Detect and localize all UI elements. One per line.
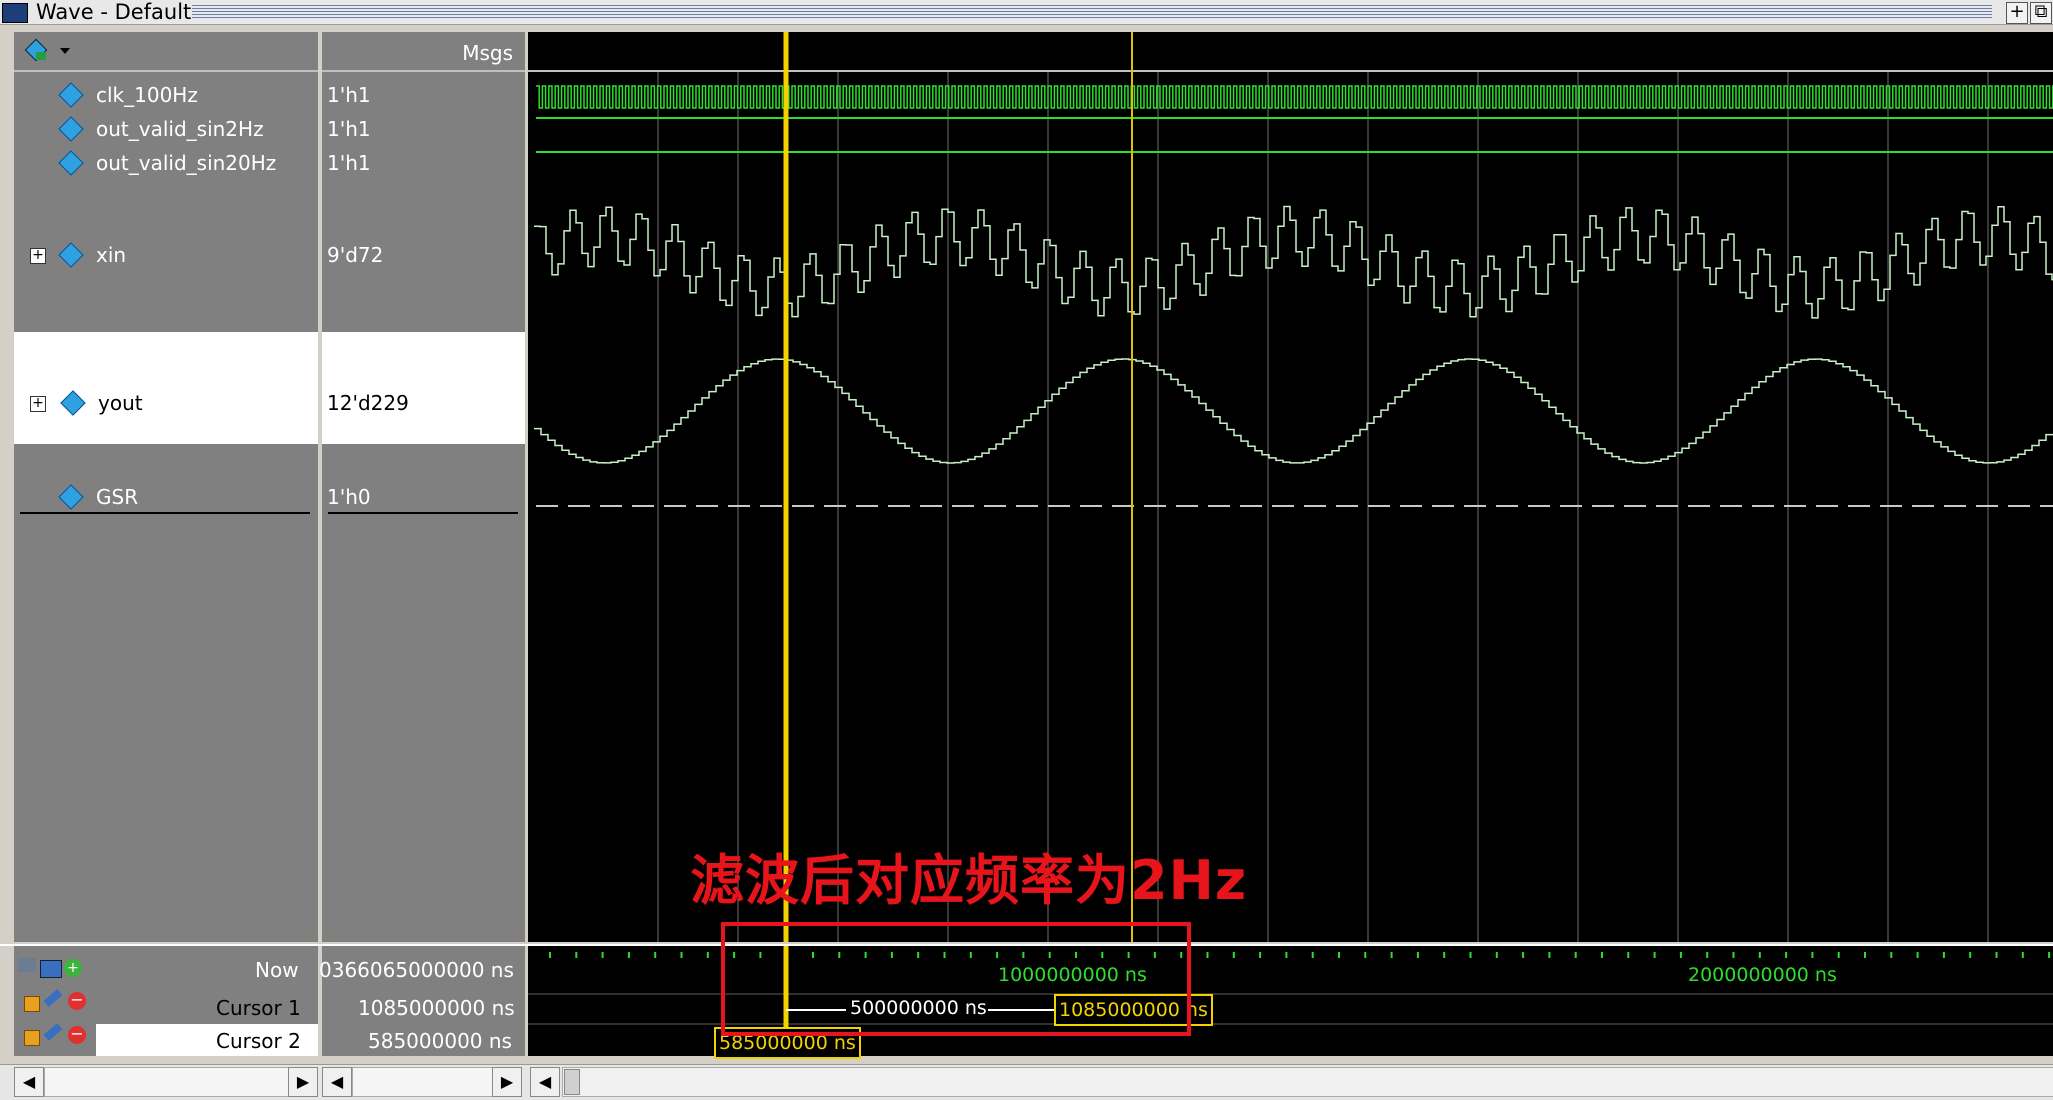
row-divider: [328, 512, 518, 514]
signal-icon: [58, 150, 84, 176]
lock-icon[interactable]: [24, 996, 40, 1012]
waveform-pane[interactable]: 滤波后对应频率为2Hz: [528, 32, 2053, 942]
clk-wave: [536, 85, 2053, 109]
now-value: 0366065000000 ns: [319, 958, 514, 982]
title-bar: Wave - Default + ⧉: [0, 0, 2053, 25]
signal-name-gsr[interactable]: GSR: [96, 485, 138, 509]
monitor-icon[interactable]: [40, 960, 62, 978]
window-title: Wave - Default: [36, 0, 192, 24]
signal-name-clk[interactable]: clk_100Hz: [96, 83, 198, 107]
wave-window-icon: [2, 3, 28, 23]
expand-yout-icon[interactable]: +: [30, 396, 46, 412]
signal-name-yout[interactable]: yout: [98, 391, 143, 415]
signal-icon: [58, 116, 84, 142]
scroll-right-button[interactable]: ▶: [492, 1067, 522, 1097]
annotation-box: [721, 922, 1191, 1036]
title-drag-grip[interactable]: [192, 5, 1992, 18]
value-out-valid-2hz: 1'h1: [327, 117, 371, 141]
name-pane-header: [14, 32, 318, 72]
wave-scroll-track[interactable]: [562, 1067, 2053, 1097]
value-yout: 12'd229: [327, 391, 409, 415]
value-gsr: 1'h0: [327, 485, 371, 509]
signal-value-pane: Msgs 1'h1 1'h1 1'h1 9'd72 12'd229 1'h0: [322, 32, 525, 942]
expand-xin-icon[interactable]: +: [30, 248, 46, 264]
scroll-left-button[interactable]: ◀: [322, 1067, 352, 1097]
remove-cursor-icon[interactable]: −: [68, 992, 86, 1010]
tool-icon[interactable]: [18, 958, 36, 972]
scroll-right-button[interactable]: ▶: [288, 1067, 318, 1097]
selected-row-bg: [14, 332, 318, 444]
signal-icon: [58, 82, 84, 108]
value-pane-header: Msgs: [322, 32, 525, 72]
signal-name-pane: clk_100Hz out_valid_sin2Hz out_valid_sin…: [14, 32, 318, 942]
waveform-canvas: [528, 32, 2053, 942]
now-label: Now: [255, 958, 299, 982]
value-out-valid-20hz: 1'h1: [327, 151, 371, 175]
cursor2-value[interactable]: 585000000 ns: [368, 1029, 512, 1053]
wave-scroll-thumb[interactable]: [564, 1069, 580, 1095]
lock-icon[interactable]: [24, 1030, 40, 1046]
signal-icon: [58, 484, 84, 510]
selected-row-bg: [322, 332, 525, 444]
signal-name-xin[interactable]: xin: [96, 243, 126, 267]
msgs-header: Msgs: [462, 41, 513, 65]
scroll-left-button[interactable]: ◀: [14, 1067, 44, 1097]
horizontal-scrollbars: ◀ ▶ ◀ ▶ ◀: [0, 1064, 2053, 1100]
value-xin: 9'd72: [327, 243, 384, 267]
xin-wave: [534, 205, 2053, 319]
value-scroll-track[interactable]: [352, 1067, 494, 1097]
signal-icon: [58, 242, 84, 268]
add-cursor-icon[interactable]: +: [64, 959, 82, 977]
wave-tools-icon[interactable]: [22, 38, 52, 64]
value-clk: 1'h1: [327, 83, 371, 107]
cursor1-value[interactable]: 1085000000 ns: [358, 996, 515, 1020]
chevron-down-icon[interactable]: [60, 48, 70, 54]
cursor1-label[interactable]: Cursor 1: [216, 996, 301, 1020]
cursor2-label[interactable]: Cursor 2: [216, 1029, 301, 1053]
row-divider: [20, 512, 310, 514]
remove-cursor-icon[interactable]: −: [68, 1026, 86, 1044]
name-scroll-track[interactable]: [44, 1067, 290, 1097]
signal-name-out-valid-2hz[interactable]: out_valid_sin2Hz: [96, 117, 264, 141]
annotation-text: 滤波后对应频率为2Hz: [690, 849, 1248, 912]
signal-name-out-valid-20hz[interactable]: out_valid_sin20Hz: [96, 151, 276, 175]
tick-label-2: 2000000000 ns: [1688, 964, 1837, 986]
dock-button[interactable]: +: [2006, 2, 2028, 24]
undock-button[interactable]: ⧉: [2030, 2, 2052, 24]
scroll-left-button[interactable]: ◀: [530, 1067, 560, 1097]
yout-wave: [534, 358, 2053, 464]
